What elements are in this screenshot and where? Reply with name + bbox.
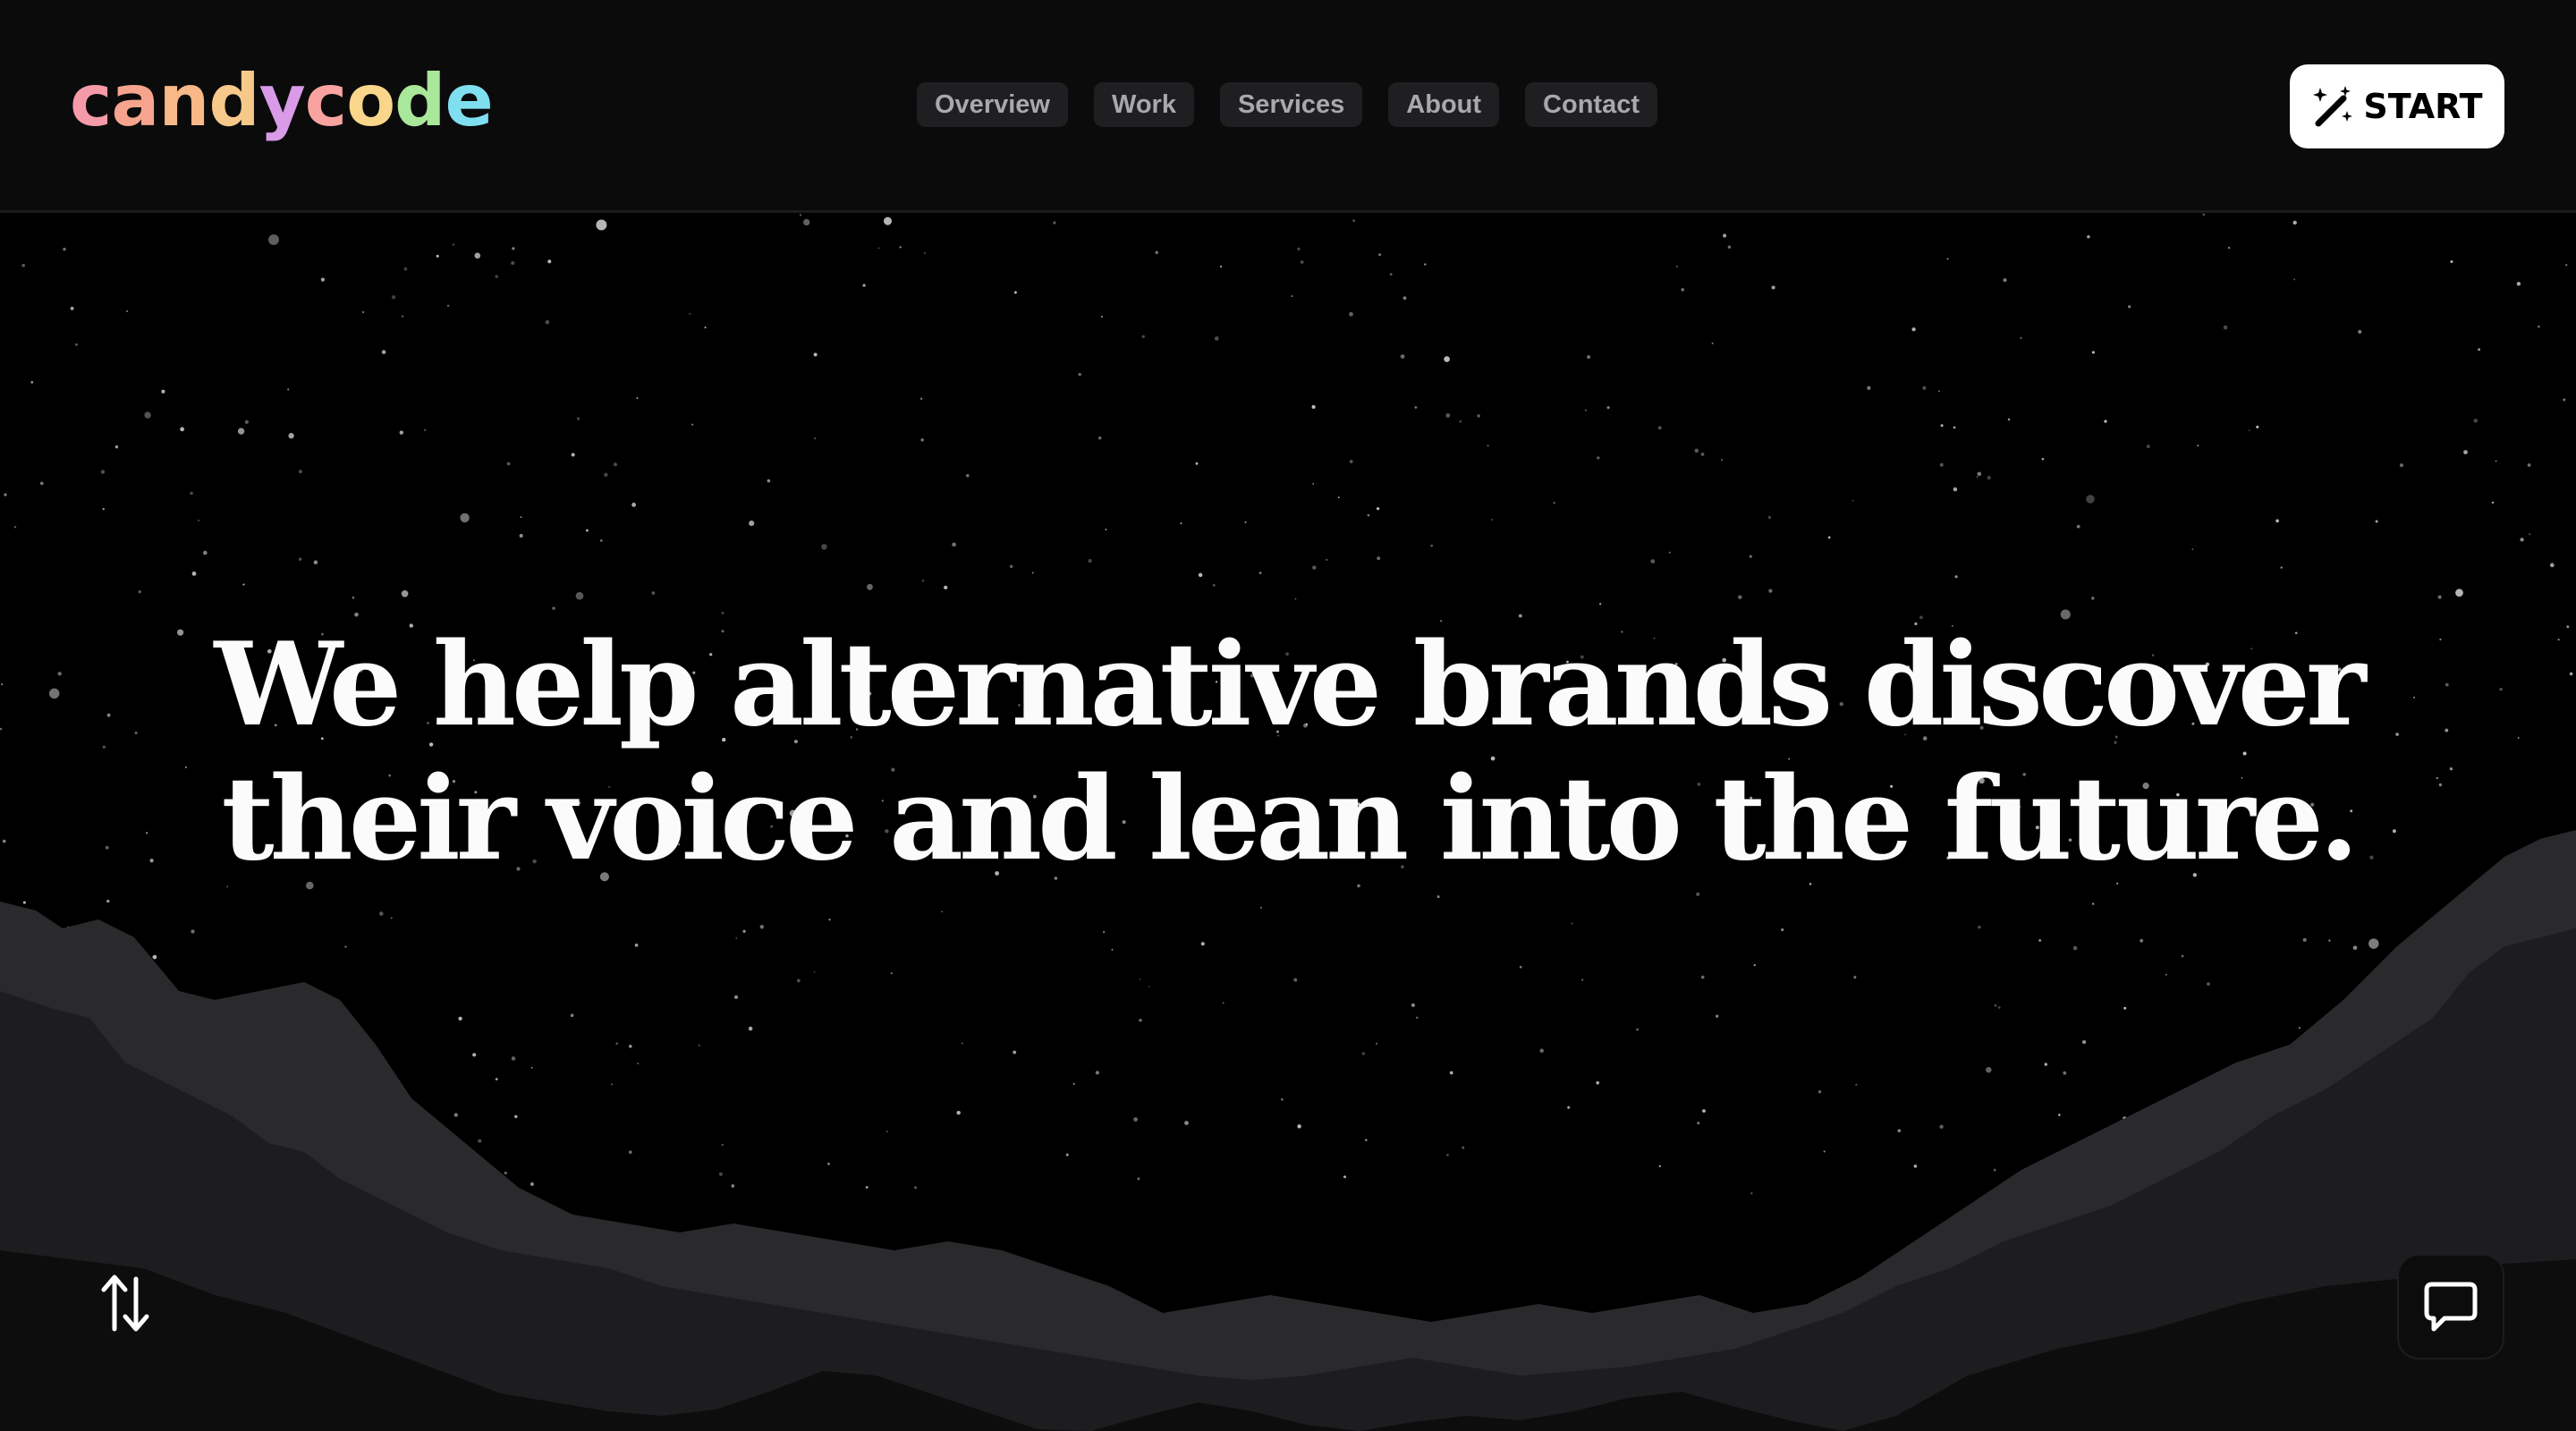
chat-button[interactable] <box>2397 1254 2504 1359</box>
nav-services[interactable]: Services <box>1219 82 1363 127</box>
hero-line-1: We help alternative brands discover <box>214 617 2367 752</box>
candycode-logo[interactable]: c a n d y c o d e <box>70 52 494 150</box>
logo-letter: d <box>394 59 445 142</box>
logo-letter: e <box>445 59 493 142</box>
main-nav: Overview Work Services About Contact <box>917 82 1657 127</box>
hero-line-2: their voice and lean into the future. <box>221 751 2360 886</box>
logo-letter: y <box>258 59 306 142</box>
logo-letter: a <box>111 59 159 142</box>
logo-letter: n <box>158 59 209 142</box>
nav-about[interactable]: About <box>1388 82 1500 127</box>
hero-headline: We help alternative brands discover thei… <box>0 618 2576 886</box>
sort-arrows-icon[interactable] <box>97 1272 154 1334</box>
logo-letter: o <box>346 59 395 142</box>
chat-bubble-icon <box>2424 1282 2478 1332</box>
logo-letter: c <box>304 59 347 142</box>
magic-wand-icon <box>2313 86 2353 127</box>
nav-work[interactable]: Work <box>1093 82 1194 127</box>
nav-contact[interactable]: Contact <box>1525 82 1657 127</box>
logo-letter: d <box>208 59 259 142</box>
start-button[interactable]: START <box>2290 64 2504 148</box>
nav-overview[interactable]: Overview <box>917 82 1068 127</box>
site-header: c a n d y c o d e Overview Work Services… <box>0 0 2576 213</box>
logo-letter: c <box>70 59 112 142</box>
start-label: START <box>2363 87 2483 126</box>
